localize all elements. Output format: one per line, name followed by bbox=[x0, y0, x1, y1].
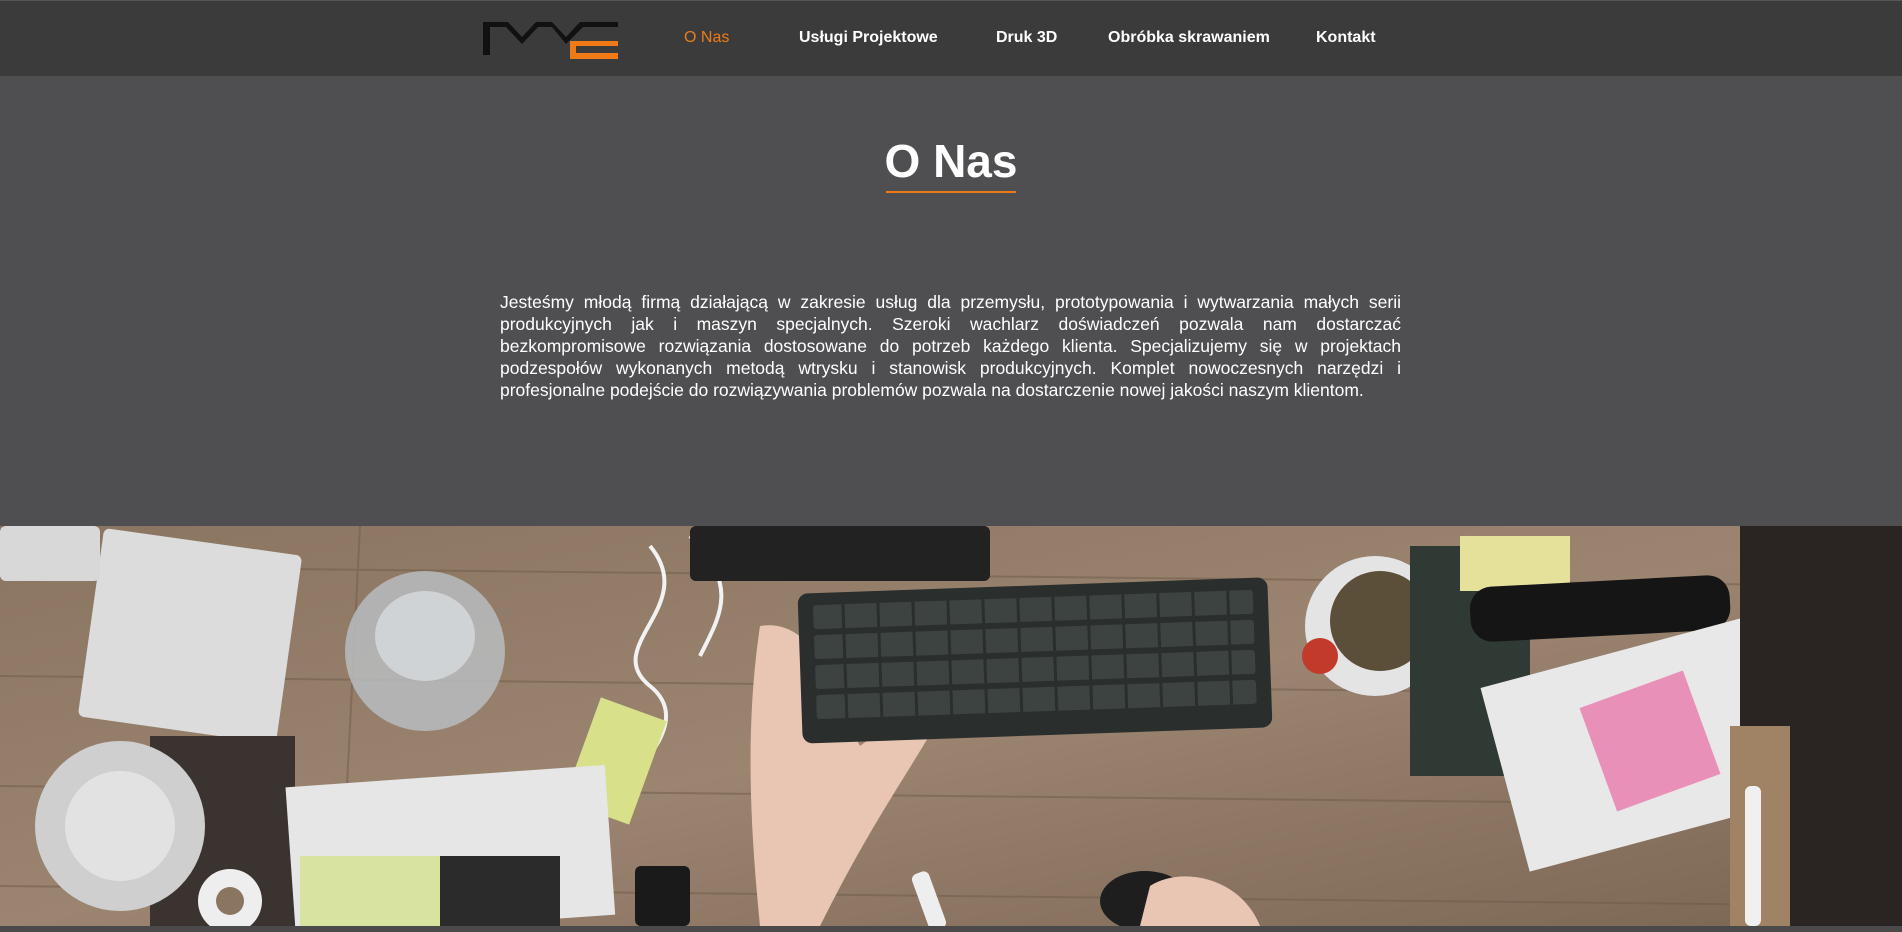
nav-item-druk-3d[interactable]: Druk 3D bbox=[996, 29, 1057, 47]
company-logo[interactable] bbox=[480, 17, 620, 59]
desk-photo-illustration bbox=[0, 526, 1902, 926]
desk-photo bbox=[0, 526, 1902, 926]
nav-item-obrobka-skrawaniem[interactable]: Obróbka skrawaniem bbox=[1108, 29, 1270, 47]
nav-item-kontakt[interactable]: Kontakt bbox=[1316, 29, 1376, 47]
nav-item-uslugi-projektowe[interactable]: Usługi Projektowe bbox=[799, 29, 938, 47]
about-description: Jesteśmy młodą firmą działającą w zakres… bbox=[500, 292, 1401, 400]
title-underline bbox=[886, 191, 1016, 193]
section-title: O Nas bbox=[884, 135, 1018, 187]
about-section: O Nas Jesteśmy młodą firmą działającą w … bbox=[0, 76, 1902, 526]
top-navbar: O Nas Usługi Projektowe Druk 3D Obróbka … bbox=[0, 0, 1902, 76]
bottom-strip bbox=[0, 926, 1902, 932]
nav-item-o-nas[interactable]: O Nas bbox=[684, 29, 729, 47]
